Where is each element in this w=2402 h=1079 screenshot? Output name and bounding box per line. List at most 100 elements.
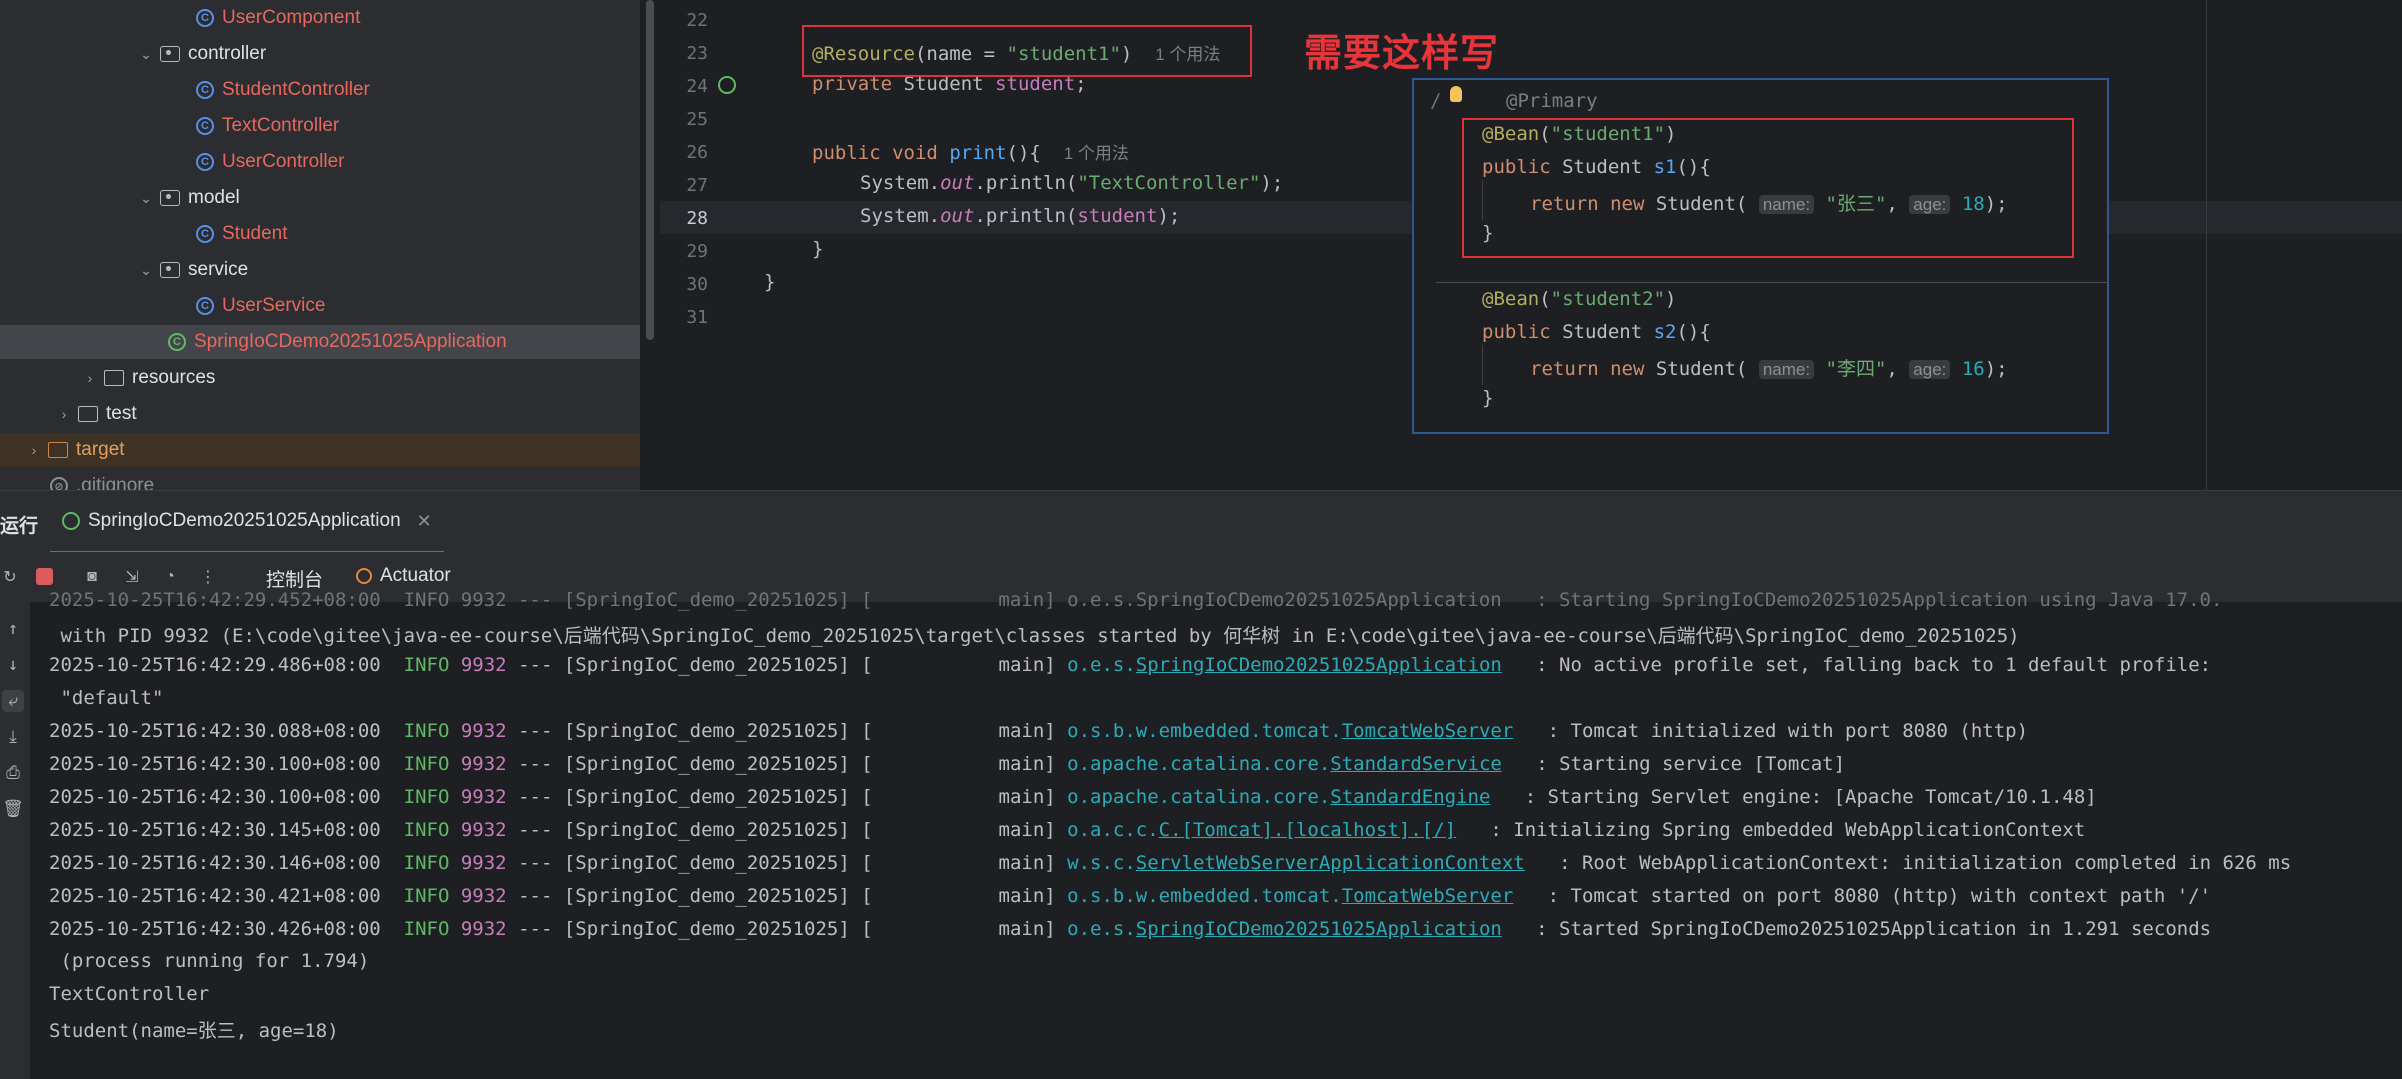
- log-thread: --- [SpringIoC_demo_20251025] [ main]: [518, 918, 1056, 940]
- log-logger[interactable]: o.apache.catalina.core.StandardEngine: [1067, 786, 1490, 808]
- exit-icon[interactable]: ⇲: [122, 567, 142, 587]
- line-number: 22: [686, 10, 708, 31]
- tree-item-label: UserController: [222, 151, 345, 172]
- tree-item-usercomponent[interactable]: C UserComponent: [196, 1, 640, 35]
- arrow-down-icon[interactable]: ↓: [2, 654, 24, 676]
- popup-line-s2: public Student s2(){: [1482, 321, 1711, 343]
- usage-hint[interactable]: 1 个用法: [1064, 144, 1129, 163]
- logger-class-link[interactable]: StandardService: [1330, 753, 1502, 775]
- lightbulb-icon[interactable]: [1450, 86, 1462, 102]
- chevron-right-icon[interactable]: ›: [82, 370, 98, 386]
- arrow-up-icon[interactable]: ↑: [2, 618, 24, 640]
- camera-icon[interactable]: ◙: [82, 567, 102, 587]
- log-timestamp: 2025-10-25T16:42:30.146+08:00: [49, 852, 381, 874]
- class-icon: C: [196, 297, 214, 315]
- tree-item-label: .gitignore: [76, 475, 155, 490]
- tree-item-service[interactable]: ⌄ service: [138, 253, 640, 287]
- log-level: INFO: [403, 852, 450, 874]
- class-icon: C: [196, 117, 214, 135]
- logger-class-link[interactable]: SpringIoCDemo20251025Application: [1136, 918, 1502, 940]
- close-icon[interactable]: ✕: [417, 511, 432, 532]
- chevron-down-icon[interactable]: ⌄: [138, 46, 154, 62]
- tree-scrollbar[interactable]: [646, 0, 654, 340]
- log-level: INFO: [403, 786, 450, 808]
- logger-package: o.a.c.c.: [1067, 819, 1159, 841]
- print-icon[interactable]: ⎙: [2, 762, 24, 784]
- program-output: Student(name=张三, age=18): [49, 1020, 339, 1042]
- popup-line-return2: return new Student( name: "李四", age: 16)…: [1530, 358, 2008, 380]
- project-tree: C UserComponent ⌄ controller C StudentCo…: [0, 0, 640, 490]
- log-timestamp: 2025-10-25T16:42:29.486+08:00: [49, 654, 381, 676]
- log-message: : Starting service [Tomcat]: [1536, 753, 1846, 775]
- tree-item-label: TextController: [222, 115, 340, 136]
- log-timestamp: 2025-10-25T16:42:30.421+08:00: [49, 885, 381, 907]
- log-logger[interactable]: w.s.c.ServletWebServerApplicationContext: [1067, 852, 1525, 874]
- logger-class-link[interactable]: TomcatWebServer: [1342, 720, 1514, 742]
- logger-package: o.s.b.w.embedded.tomcat.: [1067, 720, 1342, 742]
- code-line-27: System.out.println("TextController");: [860, 172, 1284, 194]
- chevron-right-icon[interactable]: ›: [56, 406, 72, 422]
- console-side-toolbar: ↑ ↓ ⤶ ⤓ ⎙ 🗑: [0, 602, 30, 1079]
- bean-gutter-icon[interactable]: [718, 76, 736, 94]
- log-logger[interactable]: o.e.s.SpringIoCDemo20251025Application: [1067, 654, 1502, 676]
- chevron-down-icon[interactable]: ⌄: [138, 262, 154, 278]
- tree-item-controller[interactable]: ⌄ controller: [138, 37, 640, 71]
- tree-item-resources[interactable]: › resources: [82, 361, 640, 395]
- log-logger[interactable]: o.e.s.SpringIoCDemo20251025Application: [1067, 918, 1502, 940]
- logger-class-link[interactable]: C.[Tomcat].[localhost].[/]: [1159, 819, 1456, 841]
- code-line-28: System.out.println(student);: [860, 205, 1181, 227]
- tree-item-model[interactable]: ⌄ model: [138, 181, 640, 215]
- log-level: INFO: [403, 720, 450, 742]
- log-logger[interactable]: o.s.b.w.embedded.tomcat.TomcatWebServer: [1067, 720, 1513, 742]
- run-tool-window-header: 运行 SpringIoCDemo20251025Application ✕: [0, 490, 2402, 554]
- log-level: INFO: [403, 918, 450, 940]
- tree-item-test[interactable]: › test: [56, 397, 640, 431]
- log-thread: --- [SpringIoC_demo_20251025] [ main]: [518, 885, 1056, 907]
- log-logger[interactable]: o.s.b.w.embedded.tomcat.TomcatWebServer: [1067, 885, 1513, 907]
- logger-class-link[interactable]: TomcatWebServer: [1342, 885, 1514, 907]
- log-level: INFO: [403, 753, 450, 775]
- indent-guide: [1482, 345, 1483, 385]
- logger-package: o.apache.catalina.core.: [1067, 753, 1331, 775]
- soft-wrap-icon[interactable]: ⤶: [2, 690, 24, 712]
- bean-definition-popup[interactable]: / @Primary @Bean("student1") public Stud…: [1412, 78, 2109, 434]
- tree-item-usercontroller[interactable]: C UserController: [196, 145, 640, 179]
- tree-item-gitignore[interactable]: ⊘ .gitignore: [50, 469, 640, 490]
- trash-icon[interactable]: 🗑: [2, 798, 24, 820]
- tree-item-application[interactable]: C SpringIoCDemo20251025Application: [0, 325, 640, 359]
- rerun-icon[interactable]: ↻: [0, 567, 20, 587]
- chevron-right-icon[interactable]: ›: [26, 442, 42, 458]
- popup-divider: [1436, 282, 2108, 283]
- log-message: : Tomcat started on port 8080 (http) wit…: [1547, 885, 2212, 907]
- profiler-icon[interactable]: ◔: [160, 567, 180, 587]
- tree-item-label: StudentController: [222, 79, 370, 100]
- tab-actuator[interactable]: Actuator: [356, 565, 451, 587]
- run-config-tab[interactable]: SpringIoCDemo20251025Application ✕: [50, 491, 444, 554]
- console-output[interactable]: ↑ ↓ ⤶ ⤓ ⎙ 🗑 2025-10-25T16:42:29.452+08:0…: [0, 589, 2402, 1079]
- logger-class-link[interactable]: SpringIoCDemo20251025Application: [1136, 654, 1502, 676]
- tree-item-student[interactable]: C Student: [196, 217, 640, 251]
- log-thread: --- [SpringIoC_demo_20251025] [ main]: [518, 819, 1056, 841]
- line-number: 25: [686, 109, 708, 130]
- chevron-down-icon[interactable]: ⌄: [138, 190, 154, 206]
- log-logger[interactable]: o.a.c.c.C.[Tomcat].[localhost].[/]: [1067, 819, 1456, 841]
- scroll-to-end-icon[interactable]: ⤓: [2, 726, 24, 748]
- logger-class-link[interactable]: ServletWebServerApplicationContext: [1136, 852, 1525, 874]
- more-icon[interactable]: ⋮: [198, 567, 218, 587]
- log-line-partial: 2025-10-25T16:42:29.452+08:00 INFO 9932 …: [49, 589, 2223, 611]
- log-message: : Root WebApplicationContext: initializa…: [1559, 852, 2292, 874]
- class-icon: C: [196, 225, 214, 243]
- line-number: 29: [686, 241, 708, 262]
- tree-item-userservice[interactable]: C UserService: [196, 289, 640, 323]
- tree-item-textcontroller[interactable]: C TextController: [196, 109, 640, 143]
- package-icon: [160, 46, 180, 62]
- logger-class-link[interactable]: StandardEngine: [1330, 786, 1490, 808]
- log-line: 2025-10-25T16:42:30.421+08:00 INFO 9932 …: [49, 885, 2211, 907]
- log-logger[interactable]: o.apache.catalina.core.StandardService: [1067, 753, 1502, 775]
- program-output: TextController: [49, 983, 210, 1005]
- tree-item-studentcontroller[interactable]: C StudentController: [196, 73, 640, 107]
- tab-console[interactable]: 控制台: [266, 565, 323, 592]
- tree-item-target[interactable]: › target: [0, 433, 640, 467]
- log-message: : Started SpringIoCDemo20251025Applicati…: [1536, 918, 2212, 940]
- stop-icon[interactable]: [36, 568, 53, 585]
